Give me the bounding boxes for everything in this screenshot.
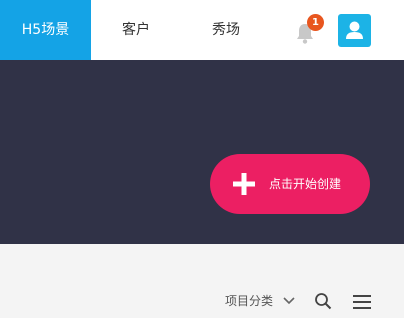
project-category-dropdown[interactable]: 项目分类 <box>225 292 273 309</box>
tab-showcase[interactable]: 秀场 <box>200 0 252 60</box>
plus-icon <box>233 173 255 195</box>
create-start-label: 点击开始创建 <box>269 177 342 191</box>
user-avatar-button[interactable] <box>338 14 371 47</box>
hero-banner <box>0 60 404 244</box>
content-area <box>0 244 404 318</box>
create-start-button[interactable]: 点击开始创建 <box>210 154 370 214</box>
chevron-down-icon[interactable] <box>283 296 295 306</box>
top-navigation: H5场景 客户 秀场 1 <box>0 0 404 60</box>
tab-customers[interactable]: 客户 <box>110 0 162 60</box>
menu-icon[interactable] <box>353 294 371 310</box>
user-icon <box>346 21 363 39</box>
search-icon[interactable] <box>314 292 332 310</box>
tab-h5-scenes[interactable]: H5场景 <box>0 0 91 60</box>
notification-badge: 1 <box>307 14 324 31</box>
